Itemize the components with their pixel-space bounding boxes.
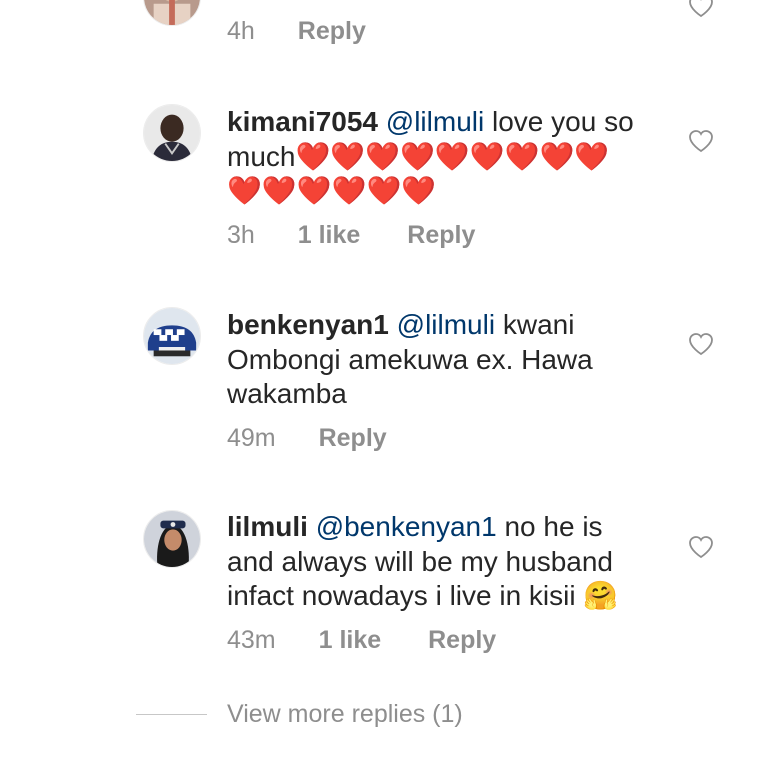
reply-button[interactable]: Reply bbox=[319, 424, 387, 453]
comment-time: 3h bbox=[227, 221, 255, 249]
like-button[interactable] bbox=[688, 129, 714, 153]
comment-text: much bbox=[227, 140, 296, 172]
comment-meta: 3h 1 like Reply bbox=[227, 221, 475, 250]
comment-time: 49m bbox=[227, 424, 276, 452]
comment-time: 4h bbox=[227, 17, 255, 45]
comments-page: 4h Reply kimani7054 @lilmuli love you so… bbox=[0, 0, 760, 760]
heart-outline-icon bbox=[689, 536, 713, 559]
avatar[interactable] bbox=[143, 510, 201, 568]
like-button[interactable] bbox=[688, 332, 714, 356]
comment-body: lilmuli @benkenyan1 no he is and always … bbox=[227, 510, 657, 614]
reply-button[interactable]: Reply bbox=[428, 626, 496, 655]
comment-username[interactable]: lilmuli bbox=[227, 511, 308, 542]
avatar[interactable] bbox=[143, 307, 201, 365]
comment-time: 43m bbox=[227, 626, 276, 654]
reply-button[interactable]: Reply bbox=[407, 221, 475, 250]
comment-text: love you so bbox=[484, 106, 634, 137]
likes-count[interactable]: 1 like bbox=[298, 221, 361, 250]
avatar[interactable] bbox=[143, 0, 201, 26]
comment-body: kimani7054 @lilmuli love you so much❤️❤️… bbox=[227, 105, 657, 209]
heart-emoji-row: ❤️❤️❤️❤️❤️❤️ bbox=[227, 175, 437, 206]
heart-outline-icon bbox=[689, 0, 713, 18]
comment-mention[interactable]: @benkenyan1 bbox=[316, 511, 497, 542]
avatar[interactable] bbox=[143, 104, 201, 162]
comment-body: benkenyan1 @lilmuli kwani Ombongi amekuw… bbox=[227, 308, 657, 412]
comment-mention[interactable]: @lilmuli bbox=[386, 106, 484, 137]
view-more-replies-label: View more replies (1) bbox=[227, 699, 463, 728]
heart-outline-icon bbox=[689, 130, 713, 153]
comment-meta: 4h Reply bbox=[227, 17, 366, 46]
reply-button[interactable]: Reply bbox=[298, 17, 366, 46]
comment-username[interactable]: benkenyan1 bbox=[227, 309, 389, 340]
heart-emoji-row: ❤️❤️❤️❤️❤️❤️❤️❤️❤️ bbox=[295, 140, 610, 172]
comment-username[interactable]: kimani7054 bbox=[227, 106, 378, 137]
like-button[interactable] bbox=[688, 0, 714, 18]
comment-mention[interactable]: @lilmuli bbox=[397, 309, 495, 340]
divider-line bbox=[136, 713, 207, 715]
view-more-replies[interactable]: View more replies (1) bbox=[136, 697, 463, 731]
comment-meta: 49m Reply bbox=[227, 424, 387, 453]
like-button[interactable] bbox=[688, 535, 714, 559]
comment-meta: 43m 1 like Reply bbox=[227, 626, 496, 655]
heart-outline-icon bbox=[689, 333, 713, 356]
likes-count[interactable]: 1 like bbox=[319, 626, 382, 655]
